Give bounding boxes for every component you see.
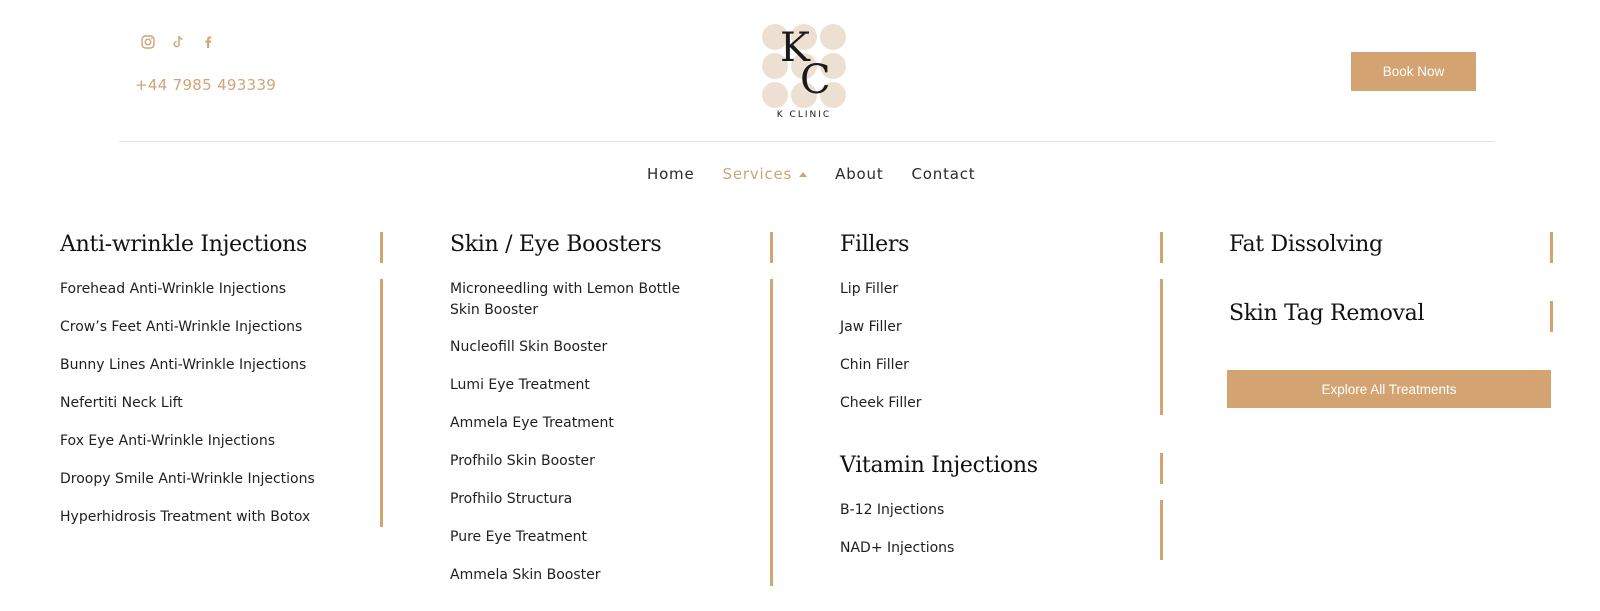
menu-link[interactable]: Fox Eye Anti-Wrinkle Injections: [60, 431, 275, 452]
menu-link[interactable]: NAD+ Injections: [840, 538, 954, 559]
menu-link[interactable]: Forehead Anti-Wrinkle Injections: [60, 279, 286, 300]
logo-name: K CLINIC: [776, 110, 832, 120]
column-accent-bar: [770, 279, 773, 586]
menu-link[interactable]: Cheek Filler: [840, 393, 922, 414]
menu-link[interactable]: Lip Filler: [840, 279, 898, 300]
menu-link[interactable]: Nefertiti Neck Lift: [60, 393, 183, 414]
heading-anti-wrinkle[interactable]: Anti-wrinkle Injections: [60, 232, 307, 257]
heading-skin-tag-removal[interactable]: Skin Tag Removal: [1229, 301, 1425, 326]
menu-link[interactable]: Droopy Smile Anti-Wrinkle Injections: [60, 469, 315, 490]
nav-services-label: Services: [722, 165, 793, 183]
social-links: [140, 34, 216, 50]
main-nav: Home Services About Contact: [647, 165, 975, 183]
heading-accent-bar: [1160, 453, 1163, 484]
menu-link[interactable]: Pure Eye Treatment: [450, 527, 587, 548]
heading-accent-bar: [1550, 301, 1553, 332]
menu-link[interactable]: Ammela Skin Booster: [450, 565, 600, 586]
nav-about[interactable]: About: [835, 165, 883, 183]
header-divider: [119, 141, 1494, 142]
logo-letter-c: C: [800, 57, 831, 103]
menu-link[interactable]: Microneedling with Lemon Bottle Skin Boo…: [450, 279, 690, 321]
menu-link[interactable]: Profhilo Structura: [450, 489, 572, 510]
heading-fat-dissolving[interactable]: Fat Dissolving: [1229, 232, 1383, 257]
menu-link[interactable]: Profhilo Skin Booster: [450, 451, 595, 472]
heading-boosters[interactable]: Skin / Eye Boosters: [450, 232, 662, 257]
column-accent-bar: [1160, 279, 1163, 415]
instagram-icon[interactable]: [140, 34, 156, 50]
menu-link[interactable]: Ammela Eye Treatment: [450, 413, 614, 434]
heading-fillers[interactable]: Fillers: [840, 232, 909, 257]
menu-link[interactable]: Nucleofill Skin Booster: [450, 337, 607, 358]
heading-accent-bar: [1550, 232, 1553, 263]
tiktok-icon[interactable]: [170, 34, 186, 50]
menu-link[interactable]: Bunny Lines Anti-Wrinkle Injections: [60, 355, 306, 376]
menu-link[interactable]: Chin Filler: [840, 355, 909, 376]
nav-services[interactable]: Services: [723, 165, 808, 183]
nav-home[interactable]: Home: [647, 165, 695, 183]
menu-link[interactable]: Jaw Filler: [840, 317, 902, 338]
heading-vitamins[interactable]: Vitamin Injections: [840, 453, 1038, 478]
menu-link[interactable]: Crow’s Feet Anti-Wrinkle Injections: [60, 317, 302, 338]
column-accent-bar: [1160, 500, 1163, 560]
heading-accent-bar: [770, 232, 773, 263]
clinic-logo[interactable]: K C K CLINIC: [762, 24, 846, 124]
explore-all-treatments-button[interactable]: Explore All Treatments: [1227, 370, 1551, 408]
heading-accent-bar: [1160, 232, 1163, 263]
nav-contact[interactable]: Contact: [912, 165, 976, 183]
menu-link[interactable]: Lumi Eye Treatment: [450, 375, 590, 396]
phone-number[interactable]: +44 7985 493339: [135, 76, 276, 94]
book-now-button[interactable]: Book Now: [1351, 52, 1476, 91]
caret-up-icon: [799, 171, 808, 177]
menu-link[interactable]: B-12 Injections: [840, 500, 944, 521]
heading-accent-bar: [380, 232, 383, 263]
facebook-icon[interactable]: [200, 34, 216, 50]
column-accent-bar: [380, 279, 383, 527]
menu-link[interactable]: Hyperhidrosis Treatment with Botox: [60, 507, 310, 528]
